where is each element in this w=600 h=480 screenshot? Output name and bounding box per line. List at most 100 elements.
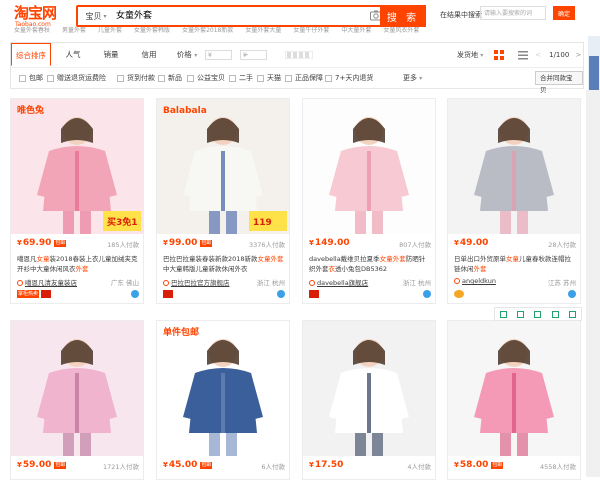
product-title[interactable]: 噶恩凡女童装2018春装上衣儿童加绒夹克开衫中大童休闲风衣外套 — [17, 254, 139, 274]
right-scroll-rail[interactable] — [586, 90, 600, 477]
checkbox[interactable] — [229, 74, 236, 82]
product-card[interactable]: ¥59.00 包邮 1721人付款 — [10, 320, 144, 480]
product-card[interactable]: ¥49.00 28人付款 日单出口外贸原单女童儿童春秋款连帽拉链休闲外套 angeld… — [447, 98, 581, 304]
next-page-button[interactable]: > — [576, 51, 582, 59]
tab-popularity[interactable]: 人气 — [55, 43, 91, 67]
prev-page-button[interactable]: < — [535, 51, 541, 59]
price-range-slider[interactable] — [285, 51, 313, 59]
product-title[interactable]: 日单出口外贸原单女童儿童春秋款连帽拉链休闲外套 — [454, 254, 576, 274]
paid-count: 3376人付款 — [248, 241, 285, 249]
favorite-icon[interactable] — [500, 310, 508, 318]
hot-word-link[interactable]: 女童外套韩版 — [134, 27, 170, 34]
product-image[interactable]: Balabala 119 — [157, 99, 289, 234]
chat-icon[interactable] — [131, 290, 139, 298]
product-photo[interactable] — [303, 99, 435, 234]
product-image[interactable] — [448, 99, 580, 234]
in-results-confirm-button[interactable]: 确定 — [553, 6, 575, 20]
product-photo[interactable]: Balabala 119 — [157, 99, 289, 234]
list-view-icon[interactable] — [517, 49, 529, 61]
tab-price[interactable]: 价格 ▾ — [169, 43, 205, 67]
shop-link[interactable]: davebella旗舰店 — [317, 279, 368, 287]
filter-free-shipping[interactable]: 包邮 — [19, 73, 43, 83]
in-results-input[interactable]: 请输入要搜索的词 — [480, 6, 546, 20]
product-card[interactable]: 唯色兔 买3免1 ¥69.90 包邮 185人付款 噶恩凡女童装2018春装上衣儿童加绒夹… — [10, 98, 144, 304]
title-text: 中大童韩版儿童新款休闲外衣 — [163, 265, 248, 273]
tab-default-sort[interactable]: 综合排序 — [11, 43, 51, 66]
checkbox[interactable] — [325, 74, 332, 82]
chat-icon[interactable] — [277, 290, 285, 298]
filter-second-hand[interactable]: 二手 — [229, 73, 253, 83]
filter-7day-return[interactable]: 7+天内退货 — [325, 73, 373, 83]
checkbox[interactable] — [285, 74, 292, 82]
product-image[interactable] — [303, 321, 435, 456]
checkbox[interactable] — [158, 74, 165, 82]
merge-same-items-button[interactable]: 合并同款宝贝 — [535, 71, 583, 94]
product-photo[interactable]: 单件包邮 — [157, 321, 289, 456]
product-card[interactable]: ¥17.50 4人付款 — [302, 320, 436, 480]
filter-tmall[interactable]: 天猫 — [257, 73, 281, 83]
checkbox[interactable] — [19, 74, 26, 82]
checkbox[interactable] — [257, 74, 264, 82]
search-button[interactable]: 搜 索 — [380, 5, 426, 27]
ship-from-select[interactable]: 发货地 ▾ — [457, 43, 483, 67]
store-icon[interactable] — [163, 290, 173, 298]
product-image[interactable] — [11, 321, 143, 456]
checkbox[interactable] — [187, 74, 194, 82]
page-indicator: 1/100 — [549, 51, 570, 59]
ship-from-label: 发货地 — [457, 51, 478, 59]
product-image[interactable]: 唯色兔 买3免1 — [11, 99, 143, 234]
hot-words: 女童外套春秋 男童外套 儿童外套 女童外套韩版 女童外套2018新款 女童外套大童 女童牛仔… — [14, 25, 454, 34]
shop-link[interactable]: angeldkun — [462, 277, 496, 285]
hot-word-link[interactable]: 女童外套春秋 — [14, 27, 50, 34]
chat-icon[interactable] — [423, 290, 431, 298]
search-type-select[interactable]: 宝贝 ▾ — [78, 7, 114, 25]
product-title[interactable]: davebella戴维贝拉夏季女童外套防晒针织外套衣透小兔包DB5362 — [309, 254, 431, 274]
hot-seller-badge[interactable]: 掌柜热卖 — [17, 290, 40, 298]
product-title[interactable]: 巴拉巴拉童装春装新款2018新款女童外套中大童韩版儿童新款休闲外衣 — [163, 254, 285, 274]
hot-word-link[interactable]: 女童风衣外套 — [383, 27, 419, 34]
product-photo[interactable] — [448, 99, 580, 234]
checkbox[interactable] — [117, 74, 124, 82]
crown-icon[interactable] — [454, 290, 464, 298]
tab-credit[interactable]: 信用 — [131, 43, 167, 67]
chevron-down-icon: ▾ — [103, 12, 107, 20]
price-min-input[interactable]: ¥ — [205, 50, 232, 60]
product-photo[interactable] — [448, 321, 580, 456]
hot-word-link[interactable]: 中大童外套 — [341, 27, 371, 34]
similar-icon[interactable] — [551, 310, 559, 318]
product-photo[interactable]: 唯色兔买3免1 — [11, 99, 143, 234]
hot-word-link[interactable]: 儿童外套 — [98, 27, 122, 34]
product-photo[interactable] — [11, 321, 143, 456]
product-image[interactable]: 单件包邮 — [157, 321, 289, 456]
more-icon[interactable] — [568, 310, 576, 318]
grid-view-icon[interactable] — [493, 49, 505, 61]
filter-charity[interactable]: 公益宝贝 — [187, 73, 225, 83]
store-icon[interactable] — [41, 290, 52, 298]
filter-return-insurance[interactable]: 赠送退货运费险 — [47, 73, 106, 83]
product-photo[interactable] — [303, 321, 435, 456]
shop-link[interactable]: 噶恩凡清友童装店 — [25, 279, 77, 287]
tab-sales[interactable]: 销量 — [93, 43, 129, 67]
store-icon[interactable] — [309, 290, 319, 298]
product-image[interactable] — [303, 99, 435, 234]
search-input[interactable]: 女童外套 — [116, 7, 152, 25]
hot-word-link[interactable]: 女童外套2018新款 — [182, 27, 233, 34]
hot-word-link[interactable]: 女童外套大童 — [245, 27, 281, 34]
hot-word-link[interactable]: 女童牛仔外套 — [293, 27, 329, 34]
checkbox[interactable] — [47, 74, 54, 82]
price-max-input[interactable]: ¥ — [240, 50, 267, 60]
filter-cod[interactable]: 货到付款 — [117, 73, 155, 83]
more-filters-button[interactable]: 更多 ▾ — [403, 73, 422, 83]
product-card[interactable]: ¥58.00 包邮 4558人付款 — [447, 320, 581, 480]
product-image[interactable] — [448, 321, 580, 456]
product-card[interactable]: Balabala 119 ¥99.00 包邮 3376人付款 巴拉巴拉童装春装新款2018… — [156, 98, 290, 304]
share-icon[interactable] — [534, 310, 542, 318]
hot-word-link[interactable]: 男童外套 — [62, 27, 86, 34]
shop-link[interactable]: 巴拉巴拉官方旗舰店 — [171, 279, 230, 287]
chat-icon[interactable] — [568, 290, 576, 298]
filter-genuine[interactable]: 正品保障 — [285, 73, 323, 83]
filter-new[interactable]: 新品 — [158, 73, 182, 83]
compare-icon[interactable] — [517, 310, 525, 318]
product-card[interactable]: 单件包邮 ¥45.00 包邮 6人付款 — [156, 320, 290, 480]
product-card[interactable]: ¥149.00 807人付款 davebella戴维贝拉夏季女童外套防晒针织外套衣透… — [302, 98, 436, 304]
